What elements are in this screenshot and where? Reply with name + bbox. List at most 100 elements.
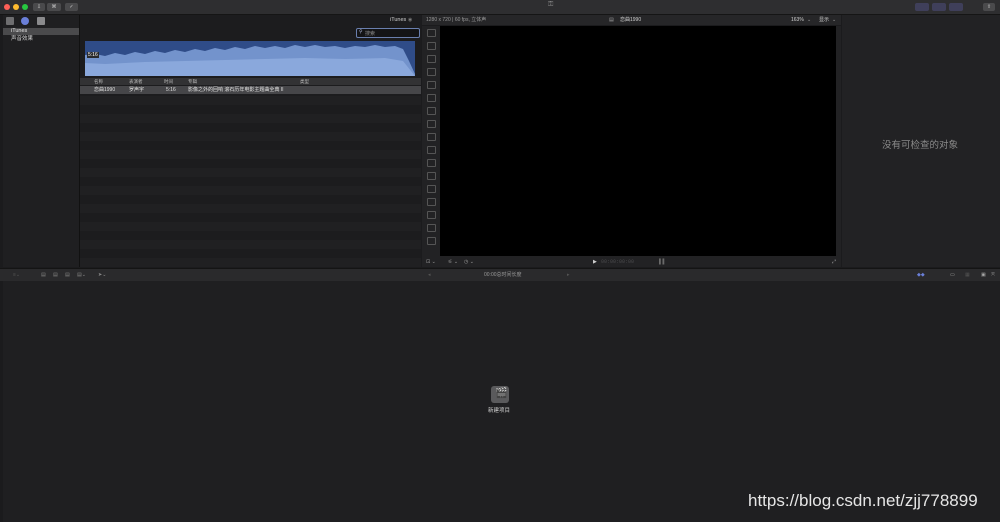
minimize-window-button[interactable]	[13, 4, 19, 10]
insert-clip-icon[interactable]: ▤	[53, 269, 58, 281]
search-field[interactable]: ⚲ 搜索	[356, 28, 420, 38]
audio-meter-icon[interactable]: ▌▌	[659, 257, 666, 267]
viewer-header: 1280 x 720 | 60 fps, 立体声 ▤ 恋曲1990 163% ⌄…	[422, 15, 841, 25]
clapper-icon: 🎬	[495, 388, 508, 399]
show-timeline-button[interactable]	[932, 3, 946, 11]
key-icon: ⚿	[548, 1, 554, 8]
overwrite-clip-icon[interactable]: ▤⌄	[77, 269, 86, 281]
empty-row	[80, 150, 421, 159]
share-button[interactable]: ⇪	[983, 3, 995, 11]
sprocket	[427, 120, 436, 128]
empty-row	[80, 222, 421, 231]
sidebar-item-label: 声音效果	[11, 36, 34, 42]
share-icon: ⇪	[986, 4, 992, 10]
timeline-options-icon[interactable]: ▣	[981, 269, 986, 281]
row-name: 恋曲1990	[94, 87, 116, 93]
library-sidebar: iTunes 声音效果	[3, 15, 80, 267]
zoom-slider-icon[interactable]: ▭	[950, 269, 955, 281]
zoom-level[interactable]: 163%	[791, 15, 804, 25]
empty-row	[80, 258, 421, 267]
sidebar-item-itunes[interactable]: iTunes	[3, 28, 79, 35]
row-time: 5:16	[166, 87, 176, 93]
empty-row	[80, 204, 421, 213]
watermark: https://blog.csdn.net/zjj778899	[748, 491, 978, 510]
import-button[interactable]: ⇩	[33, 3, 45, 11]
enhance-icon[interactable]: ⚟ ⌄	[448, 257, 458, 267]
table-header: 名称 表演者 时间 专辑 类型	[80, 78, 421, 85]
column-header-name[interactable]: 名称	[94, 78, 103, 85]
append-clip-icon[interactable]: ▤	[65, 269, 70, 281]
sprocket	[427, 211, 436, 219]
index-button[interactable]: ≡⌄	[13, 269, 20, 281]
empty-row	[80, 132, 421, 141]
column-header-artist[interactable]: 表演者	[129, 78, 143, 85]
sprocket	[427, 107, 436, 115]
sidebar-item-sound-effects[interactable]: 声音效果	[3, 36, 79, 43]
audio-skimming-icon[interactable]: ◆◆	[917, 269, 925, 281]
empty-row	[80, 114, 421, 123]
row-artist: 罗声宇	[129, 87, 145, 93]
sprocket	[427, 172, 436, 180]
timeline-status: 00:00总时间长度	[484, 272, 522, 278]
retime-icon[interactable]: ◷ ⌄	[464, 257, 474, 267]
library-icon[interactable]	[6, 17, 14, 25]
chevron-down-icon[interactable]: ⌄	[807, 15, 811, 25]
close-timeline-icon[interactable]: ⤧	[991, 269, 995, 281]
media-browser: iTunes ◉ ⚲ 搜索 5:16 名称 表演者 时间 专辑 类型 恋曲199…	[80, 15, 421, 267]
column-header-time[interactable]: 时间	[164, 78, 173, 85]
show-inspector-button[interactable]	[949, 3, 963, 11]
new-project-label[interactable]: 新建项目	[488, 406, 510, 414]
checkmark-icon: ✓	[69, 4, 74, 10]
sprocket	[427, 29, 436, 37]
sprocket	[427, 237, 436, 245]
column-header-kind[interactable]: 类型	[300, 78, 309, 85]
info-icon: ◉	[408, 17, 413, 23]
download-icon: ⇩	[36, 4, 42, 10]
keyword-button[interactable]: ⌘	[47, 3, 61, 11]
zoom-window-button[interactable]	[22, 4, 28, 10]
waveform-graphic	[85, 45, 415, 76]
keyword-label: ⌘	[51, 4, 57, 10]
source-label: iTunes	[390, 17, 407, 23]
clip-appearance-icon[interactable]: ▦	[965, 269, 970, 281]
background-tasks-button[interactable]: ✓	[65, 3, 78, 11]
fullscreen-icon[interactable]: ⤢	[832, 257, 836, 267]
sprocket	[427, 81, 436, 89]
timeline-toolbar: ≡⌄ ▤ ▤ ▤ ▤⌄ ➤⌄ ◂ 00:00总时间长度 ▸ ◆◆ ▭ ▦ ▣ ⤧	[0, 268, 1000, 281]
titles-icon[interactable]	[37, 17, 45, 25]
connect-clip-icon[interactable]: ▤	[41, 269, 46, 281]
view-menu[interactable]: 显示	[819, 15, 829, 25]
column-header-album[interactable]: 专辑	[188, 78, 197, 85]
close-window-button[interactable]	[4, 4, 10, 10]
audio-waveform[interactable]: 5:16	[85, 41, 415, 76]
sprocket	[427, 224, 436, 232]
select-tool-icon[interactable]: ➤⌄	[98, 269, 106, 281]
viewer-footer: ⊡ ⌄ ⚟ ⌄ ◷ ⌄ ▶ 00:00:00:00 ▌▌ ⤢	[422, 257, 841, 267]
forward-icon[interactable]: ▸	[567, 269, 570, 281]
sprocket	[427, 42, 436, 50]
inspector-empty-text: 没有可检查的对象	[882, 140, 959, 151]
back-icon[interactable]: ◂	[428, 269, 431, 281]
show-browser-button[interactable]	[915, 3, 929, 11]
title-bar: ⇩ ⌘ ✓ ⚿ ⇪	[0, 0, 1000, 15]
play-icon[interactable]: ▶	[593, 257, 597, 267]
empty-row	[80, 186, 421, 195]
clip-title: 恋曲1990	[620, 17, 642, 23]
sprocket	[427, 68, 436, 76]
music-icon[interactable]	[21, 17, 29, 25]
inspector: 没有可检查的对象	[842, 15, 1000, 267]
new-project-button[interactable]: 🎬	[491, 386, 509, 403]
sidebar-item-label: iTunes	[11, 28, 28, 34]
search-placeholder: 搜索	[365, 31, 376, 37]
viewer	[422, 26, 841, 257]
sprocket	[427, 133, 436, 141]
chevron-down-icon[interactable]: ⌄	[832, 15, 836, 25]
table-row[interactable]: 恋曲1990 罗声宇 5:16 影像之外的回响 滚石历年电影主题曲全典 II	[80, 86, 421, 94]
timecode[interactable]: 00:00:00:00	[601, 257, 634, 267]
film-icon: ▤	[609, 17, 614, 23]
crop-icon[interactable]: ⊡ ⌄	[426, 257, 436, 267]
empty-row	[80, 96, 421, 105]
sprocket	[427, 185, 436, 193]
video-canvas[interactable]	[440, 26, 836, 256]
search-icon: ⚲	[359, 29, 363, 35]
